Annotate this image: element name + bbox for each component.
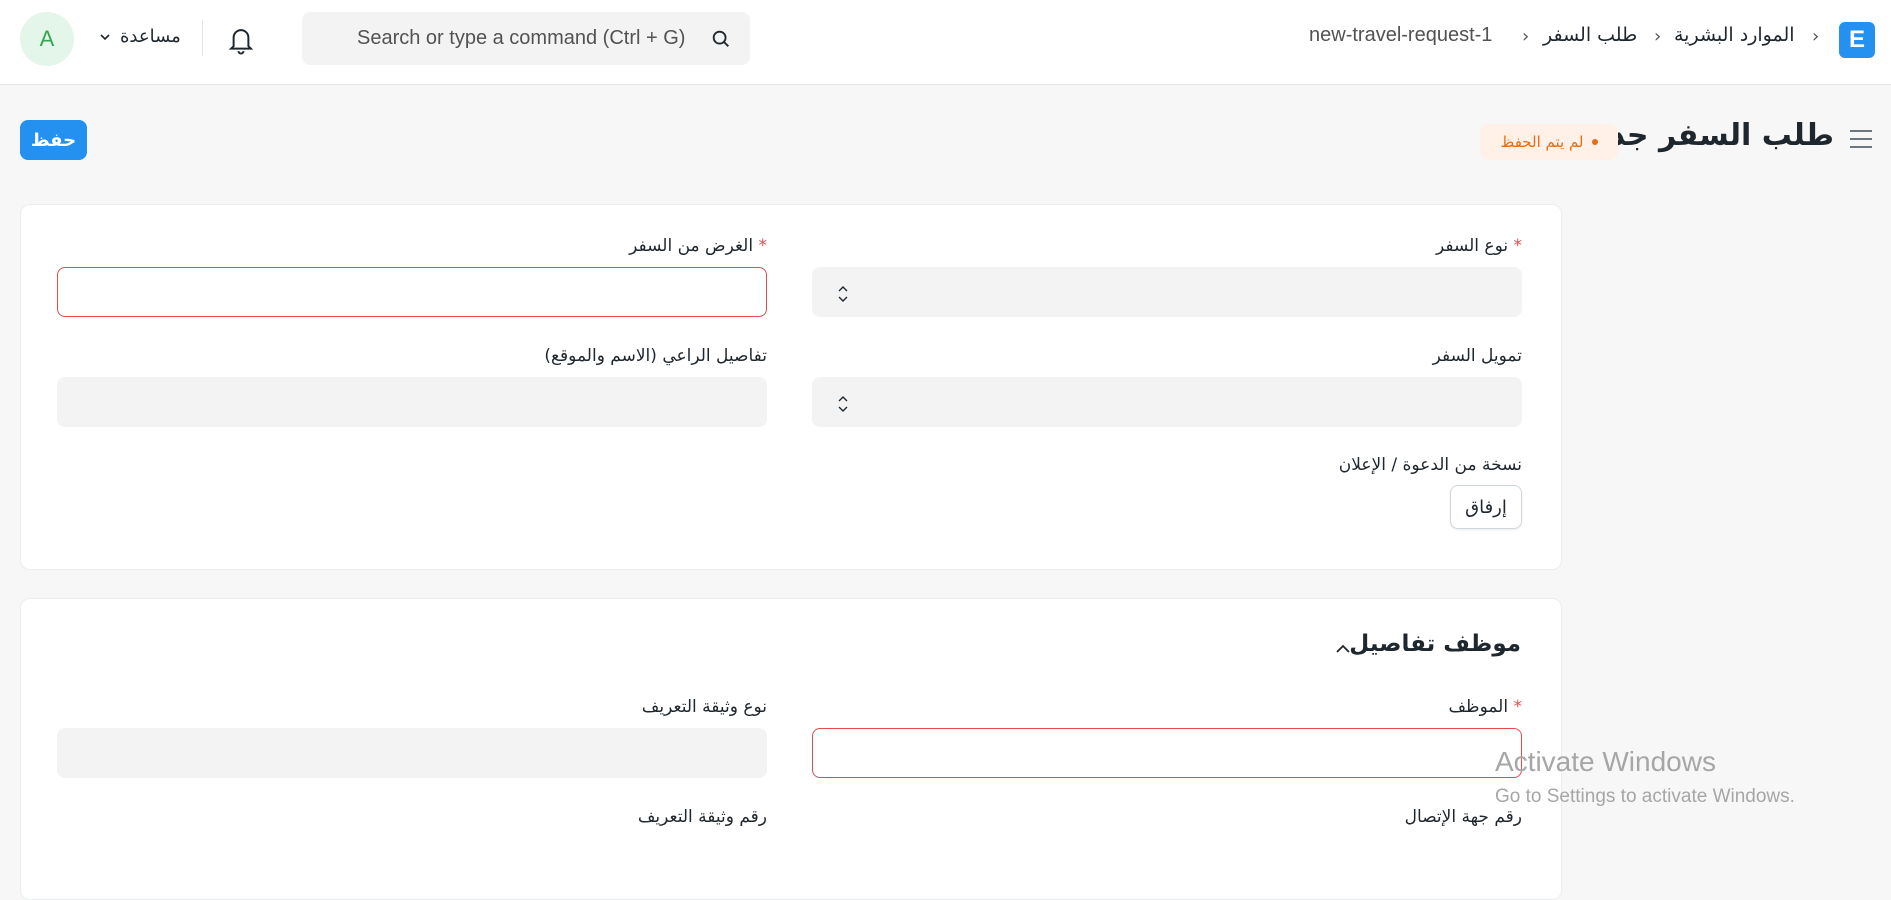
windows-activation-subtext: Go to Settings to activate Windows. bbox=[1495, 786, 1795, 807]
breadcrumb-separator-icon: › bbox=[1522, 26, 1530, 47]
purpose-of-travel-input[interactable] bbox=[57, 267, 767, 317]
travel-funding-select[interactable] bbox=[812, 377, 1522, 427]
search-input[interactable] bbox=[302, 12, 737, 65]
travel-funding-label: تمويل السفر bbox=[1432, 346, 1522, 366]
status-dot-icon bbox=[1591, 139, 1598, 145]
breadcrumb-separator-icon: › bbox=[1812, 26, 1820, 47]
chevron-down-icon bbox=[100, 34, 110, 41]
breadcrumb-current-doc[interactable]: new-travel-request-1 bbox=[1309, 24, 1492, 47]
travel-type-label: نوع السفر * bbox=[1435, 236, 1522, 256]
breadcrumb-separator-icon: › bbox=[1654, 26, 1662, 47]
chevron-up-icon[interactable] bbox=[1334, 640, 1352, 658]
invitation-copy-label: نسخة من الدعوة / الإعلان bbox=[1338, 455, 1522, 475]
notification-bell-icon[interactable] bbox=[226, 24, 256, 56]
status-badge: لم يتم الحفظ bbox=[1480, 124, 1618, 160]
select-arrows-icon bbox=[838, 286, 848, 302]
avatar[interactable]: A bbox=[20, 12, 74, 66]
navbar-divider bbox=[202, 20, 203, 56]
indicator-text: لم يتم الحفظ bbox=[1500, 133, 1584, 151]
breadcrumb-hr[interactable]: الموارد البشرية bbox=[1674, 24, 1795, 46]
id-type-input[interactable] bbox=[57, 728, 767, 778]
travel-type-select[interactable] bbox=[812, 267, 1522, 317]
id-number-label: رقم وثيقة التعريف bbox=[637, 807, 767, 827]
attach-button[interactable]: إرفاق bbox=[1450, 485, 1522, 529]
employee-input[interactable] bbox=[812, 728, 1522, 778]
sidebar-toggle-icon[interactable] bbox=[1848, 128, 1874, 150]
page-title: طلب السفر جديد bbox=[1580, 118, 1834, 153]
contact-number-label: رقم جهة الإتصال bbox=[1404, 807, 1522, 827]
save-button[interactable]: حفظ bbox=[20, 120, 87, 160]
id-type-label: نوع وثيقة التعريف bbox=[641, 697, 767, 717]
search-bar[interactable] bbox=[302, 12, 750, 65]
breadcrumb-travel-request[interactable]: طلب السفر bbox=[1543, 24, 1637, 46]
sponsor-details-label: تفاصيل الراعي (الاسم والموقع) bbox=[544, 346, 767, 366]
app-logo[interactable]: E bbox=[1839, 22, 1875, 58]
search-icon bbox=[712, 30, 729, 47]
help-label: مساعدة bbox=[120, 26, 181, 47]
select-arrows-icon bbox=[838, 396, 848, 412]
employee-label: الموظف * bbox=[1448, 697, 1522, 717]
windows-activation-watermark: Activate Windows bbox=[1495, 746, 1716, 777]
section-title-employee-details[interactable]: موظف تفاصيل bbox=[1349, 631, 1521, 657]
purpose-of-travel-label: الغرض من السفر * bbox=[629, 236, 767, 256]
sponsor-details-input[interactable] bbox=[57, 377, 767, 427]
navbar: E › الموارد البشرية › طلب السفر › new-tr… bbox=[0, 0, 1891, 85]
